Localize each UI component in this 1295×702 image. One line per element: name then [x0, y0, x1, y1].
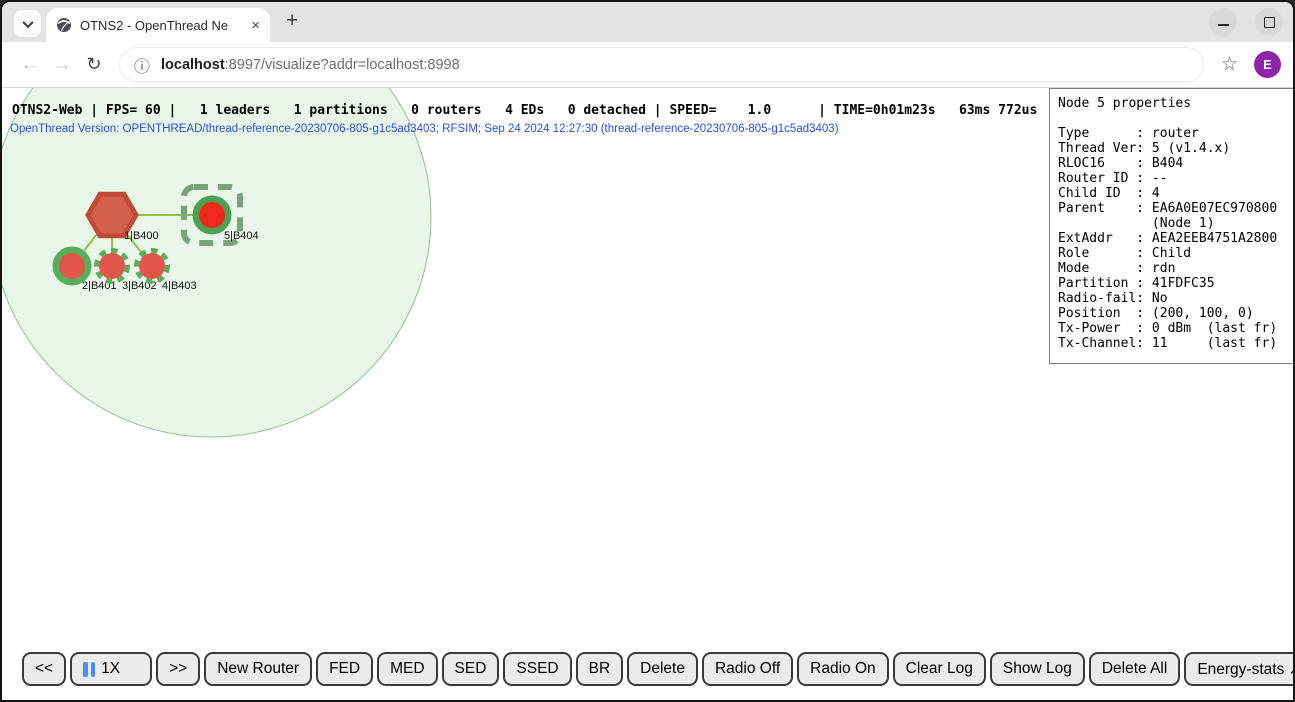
node-properties-title: Node 5 properties [1058, 96, 1285, 111]
node-body [59, 253, 85, 279]
simulation-status-bar: OTNS2-Web | FPS= 60 | 1 leaders 1 partit… [12, 103, 1037, 118]
pause-icon [83, 662, 95, 677]
button-label: FED [329, 660, 360, 678]
button-label: Delete [640, 660, 685, 678]
window-controls [1209, 8, 1283, 36]
maximize-icon [1264, 17, 1275, 28]
button-label: >> [169, 660, 187, 678]
back-button[interactable]: ← [14, 54, 46, 76]
fed-button[interactable]: FED [316, 652, 373, 686]
simulation-toolbar: << 1X >> New Router FED MED SED SSED BR Delete Rad… [22, 652, 1293, 686]
radio-off-button[interactable]: Radio Off [702, 652, 793, 686]
node-body [199, 202, 225, 228]
new-tab-button[interactable]: + [286, 9, 298, 33]
sed-button[interactable]: SED [442, 652, 500, 686]
node-properties-panel: Node 5 properties Type : router Thread V… [1049, 88, 1293, 364]
button-label: Delete All [1102, 660, 1167, 678]
page-content: 1|B4005|B4042|B4013|B4024|B403 OTNS2-Web… [2, 88, 1293, 700]
url-text: localhost:8997/visualize?addr=localhost:… [161, 57, 460, 73]
url-host: localhost [161, 57, 225, 73]
button-label: Radio Off [715, 660, 780, 678]
node-label: 5|B404 [224, 230, 259, 242]
tab-close-icon[interactable]: × [251, 18, 260, 33]
forward-button[interactable]: → [46, 54, 78, 76]
url-path: :8997/visualize?addr=localhost:8998 [225, 57, 460, 73]
node-body [99, 253, 125, 279]
chevron-down-icon [22, 16, 33, 27]
button-label: BR [589, 660, 611, 678]
button-label: Clear Log [906, 660, 973, 678]
speed-down-button[interactable]: << [22, 652, 66, 686]
site-info-icon[interactable]: ⓘ [134, 53, 150, 77]
minimize-button[interactable] [1209, 8, 1237, 36]
radio-on-button[interactable]: Radio On [797, 652, 888, 686]
button-label: Energy-stats ↗ [1197, 660, 1293, 679]
node-label: 4|B403 [162, 280, 197, 292]
maximize-button[interactable] [1255, 8, 1283, 36]
button-label: Show Log [1003, 660, 1072, 678]
profile-avatar[interactable]: E [1254, 51, 1281, 78]
clear-log-button[interactable]: Clear Log [893, 652, 986, 686]
button-label: Radio On [810, 660, 875, 678]
speed-up-button[interactable]: >> [156, 652, 200, 686]
pause-speed-button[interactable]: 1X [70, 652, 152, 686]
show-log-button[interactable]: Show Log [990, 652, 1085, 686]
button-label: New Router [217, 660, 299, 678]
reload-button[interactable]: ↻ [78, 54, 110, 75]
globe-favicon-icon [56, 17, 72, 33]
tab-search-button[interactable] [14, 10, 41, 37]
ssed-button[interactable]: SSED [503, 652, 571, 686]
energy-stats-button[interactable]: Energy-stats ↗ [1184, 652, 1293, 686]
med-button[interactable]: MED [377, 652, 437, 686]
button-label: << [35, 660, 53, 678]
button-label: SED [455, 660, 487, 678]
delete-button[interactable]: Delete [627, 652, 698, 686]
button-label: SSED [516, 660, 558, 678]
tab-title: OTNS2 - OpenThread Ne [80, 18, 245, 33]
network-canvas[interactable]: 1|B4005|B4042|B4013|B4024|B403 [2, 88, 1052, 699]
address-bar[interactable]: ⓘ localhost:8997/visualize?addr=localhos… [120, 48, 1203, 81]
browser-tab[interactable]: OTNS2 - OpenThread Ne × [46, 8, 270, 42]
node-body [139, 253, 165, 279]
openthread-version-text: OpenThread Version: OPENTHREAD/thread-re… [10, 123, 839, 135]
br-button[interactable]: BR [576, 652, 624, 686]
minimize-icon [1218, 24, 1229, 26]
browser-toolbar: ← → ↻ ⓘ localhost:8997/visualize?addr=lo… [2, 42, 1293, 88]
browser-window: OTNS2 - OpenThread Ne × + ← → ↻ ⓘ localh… [0, 0, 1295, 702]
button-label: MED [390, 660, 424, 678]
button-label: 1X [101, 660, 120, 678]
delete-all-button[interactable]: Delete All [1089, 652, 1180, 686]
node-label: 1|B400 [124, 230, 159, 242]
bookmark-star-icon[interactable]: ☆ [1221, 53, 1238, 76]
tab-strip: OTNS2 - OpenThread Ne × + [2, 2, 1293, 42]
node-properties-rows: Type : router Thread Ver: 5 (v1.4.x) RLO… [1058, 126, 1285, 351]
new-router-button[interactable]: New Router [204, 652, 312, 686]
